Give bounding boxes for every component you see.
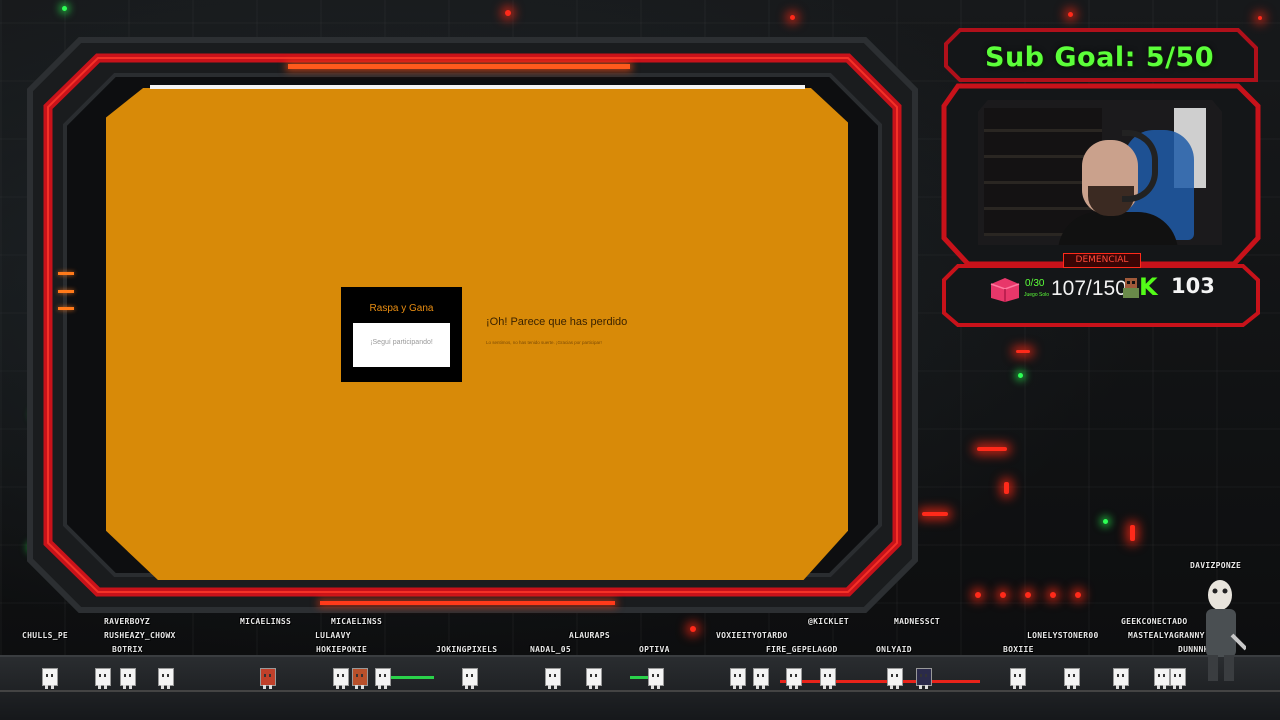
chat-username: GEEKCONECTADO <box>1121 617 1188 626</box>
frame-side-light <box>58 307 74 310</box>
chat-username: ONLYAID <box>876 645 912 654</box>
chat-username: BOTRIX <box>112 645 143 654</box>
ambient-light <box>1103 519 1108 524</box>
kick-logo-icon: K <box>1139 273 1158 301</box>
chat-username: @KICKLET <box>808 617 849 626</box>
ambient-light <box>1025 592 1031 598</box>
chat-avatar-sprite <box>42 668 58 689</box>
scratch-card-title: Raspa y Gana <box>369 303 434 314</box>
frame-side-light <box>58 290 74 293</box>
chat-avatar-sprite <box>1064 668 1080 689</box>
chat-avatar-sprite <box>648 668 664 689</box>
chat-username: LULAAVY <box>315 631 351 640</box>
frame-bottom-light <box>320 601 615 605</box>
chat-username: VOXIEITYOTARDO <box>716 631 788 640</box>
chat-username: BOXIIE <box>1003 645 1034 654</box>
chat-username: HOKIEPOKIE <box>316 645 368 654</box>
chat-avatar-sprite <box>586 668 602 689</box>
ambient-light <box>505 10 511 16</box>
webcam-feed <box>978 100 1222 245</box>
ambient-light <box>975 592 981 598</box>
scratch-result-text: ¡Seguí participando! <box>370 339 433 346</box>
ambient-light <box>1050 592 1056 598</box>
webcam-caption: DEMENCIAL <box>1063 253 1141 268</box>
chat-avatar-sprite <box>375 668 391 689</box>
result-heading: ¡Oh! Parece que has perdido <box>486 316 628 328</box>
chat-avatar-sprite <box>730 668 746 689</box>
sub-goal-counter: Sub Goal: 5/50 <box>985 42 1214 73</box>
ambient-light <box>1018 373 1023 378</box>
progress-count: 107/150 <box>1051 277 1127 300</box>
ambient-light <box>690 626 696 632</box>
chat-avatar-sprite <box>1010 668 1026 689</box>
chat-username: OPTIVA <box>639 645 670 654</box>
result-subtext: Lo sentimos, no has tenido suerte. ¡Grac… <box>486 340 602 345</box>
ambient-light <box>1004 482 1009 494</box>
chat-username: RUSHEAZY_CHOWX <box>104 631 176 640</box>
chat-avatar-sprite <box>462 668 478 689</box>
chat-avatar-sprite <box>887 668 903 689</box>
chat-avatar-ground <box>0 655 1280 720</box>
chat-avatar-sprite <box>95 668 111 689</box>
chat-avatar-sprite <box>120 668 136 689</box>
box-count: 0/30 <box>1025 278 1045 289</box>
chat-username: FIRE_GEPELAGOD <box>766 645 838 654</box>
chat-username: MICAELINSS <box>240 617 292 626</box>
chat-username: CHULLS_PE <box>22 631 69 640</box>
frame-side-light <box>58 272 74 275</box>
scratch-card[interactable]: Raspa y Gana ¡Seguí participando! <box>341 287 462 382</box>
chat-avatar-sprite <box>158 668 174 689</box>
chat-avatar-sprite <box>916 668 932 689</box>
ambient-light <box>922 512 948 516</box>
chat-avatar-sprite <box>352 668 368 689</box>
stream-overlay-background: Raspa y Gana ¡Seguí participando! ¡Oh! P… <box>0 0 1280 720</box>
chat-avatar-sprite <box>1154 668 1170 689</box>
chat-avatar-sprite <box>1113 668 1129 689</box>
ambient-light <box>977 447 1007 451</box>
chat-username: LONELYSTONER00 <box>1027 631 1099 640</box>
health-bar <box>780 680 980 683</box>
chat-username: MICAELINSS <box>331 617 383 626</box>
chat-username: MADNESSCT <box>894 617 941 626</box>
chat-avatar-sprite <box>1170 668 1186 689</box>
chat-avatar-sprite <box>753 668 769 689</box>
ambient-light <box>1000 592 1006 598</box>
chat-username: NADAL_05 <box>530 645 571 654</box>
chat-avatar-sprite <box>820 668 836 689</box>
ambient-light <box>1075 592 1081 598</box>
ambient-light <box>1068 12 1073 17</box>
chat-avatar-sprite <box>545 668 561 689</box>
scratch-area[interactable]: ¡Seguí participando! <box>353 323 450 367</box>
ambient-light <box>1016 350 1030 353</box>
chat-username: DAVIZPONZE <box>1190 561 1242 570</box>
ground-line <box>0 690 1280 692</box>
chat-username: ALAURAPS <box>569 631 610 640</box>
browser-screen <box>106 88 848 580</box>
frame-top-light <box>288 64 630 69</box>
browser-top-strip <box>150 85 805 89</box>
chat-username: JOKINGPIXELS <box>436 645 498 654</box>
ambient-light <box>1258 16 1262 20</box>
ambient-light <box>1130 525 1135 541</box>
chat-avatar-sprite <box>260 668 276 689</box>
chat-username: MASTEALYAGRANNY <box>1128 631 1205 640</box>
chat-avatar-sprite <box>786 668 802 689</box>
chat-username: RAVERBOYZ <box>104 617 151 626</box>
box-label: Juego Solo <box>1024 292 1050 298</box>
kick-follower-count: 103 <box>1171 274 1215 298</box>
health-bar <box>390 676 434 679</box>
gift-box-icon <box>990 278 1020 302</box>
hockey-mask-character-icon <box>1206 580 1246 681</box>
ambient-light <box>790 15 795 20</box>
chat-avatar-sprite <box>333 668 349 689</box>
ambient-light <box>62 6 67 11</box>
